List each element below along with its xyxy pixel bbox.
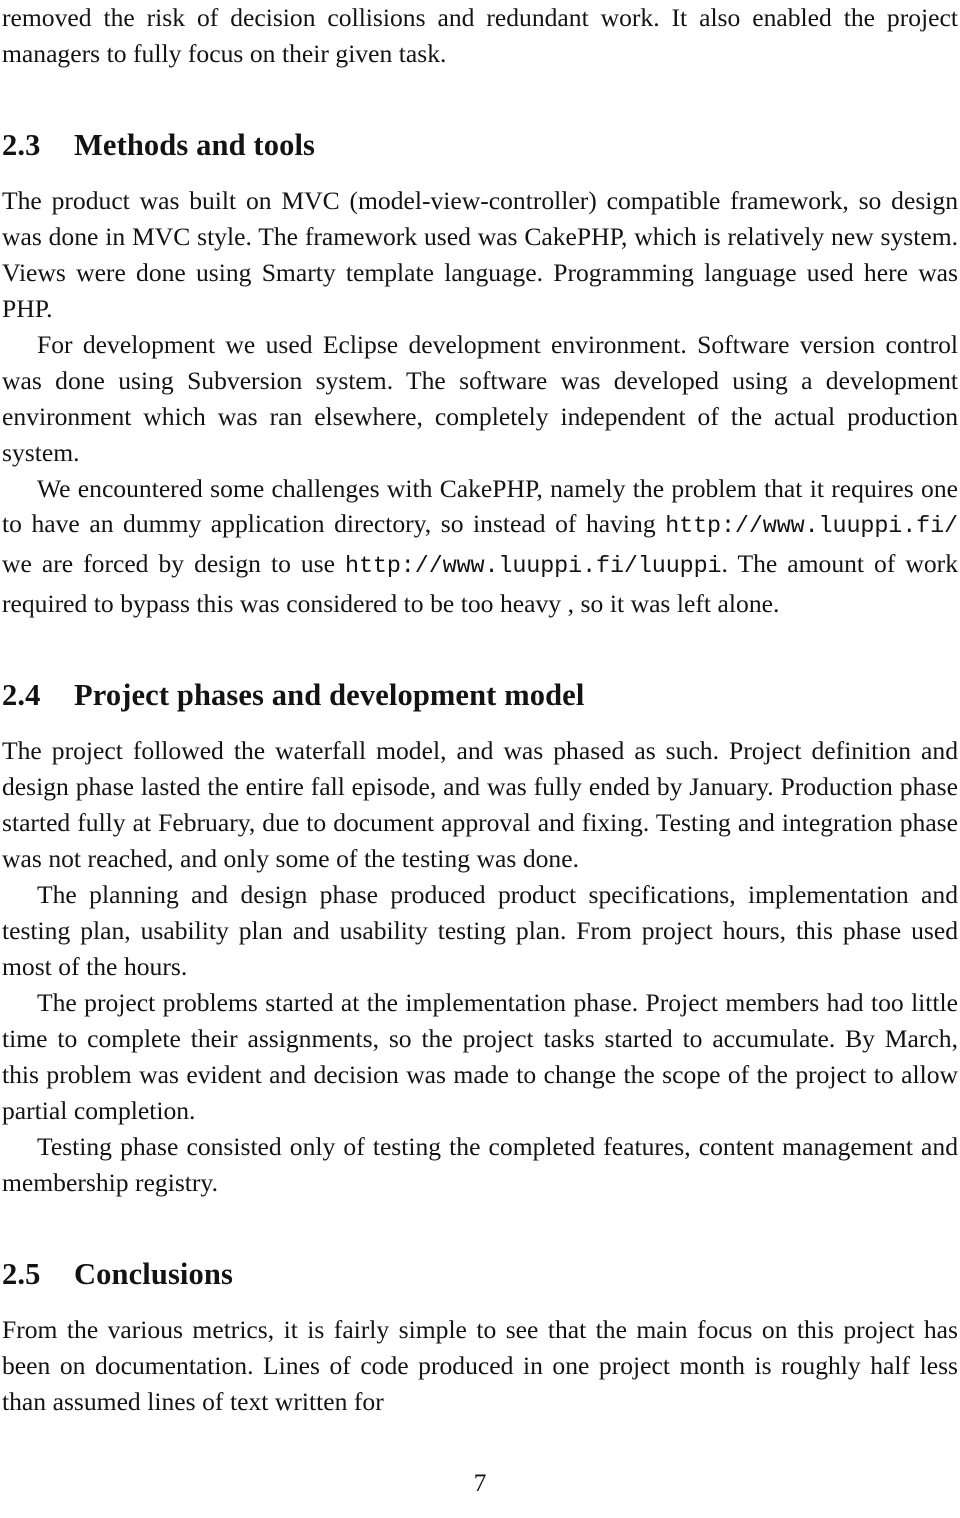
url-luuppi-subdir: http://www.luuppi.fi/luuppi [345, 554, 722, 581]
section-title: Project phases and development model [74, 678, 585, 713]
section-title: Conclusions [74, 1256, 233, 1291]
page-content: removed the risk of decision collisions … [2, 0, 958, 1420]
section-heading-2-5: 2.5 Conclusions [2, 1256, 958, 1292]
section-heading-2-4: 2.4 Project phases and development model [2, 677, 958, 713]
paragraph-mvc-framework: The product was built on MVC (model-view… [2, 185, 958, 323]
paragraph-waterfall-model: The project followed the waterfall model… [2, 736, 958, 874]
paragraph-planning-and-design-phase: The planning and design phase produced p… [2, 880, 958, 982]
heading-gap [2, 713, 958, 733]
url-luuppi-root: http://www.luuppi.fi/ [665, 514, 958, 541]
paragraph-metrics-focus: From the various metrics, it is fairly s… [2, 1314, 958, 1416]
page-number: 7 [473, 1468, 487, 1497]
paragraph-development-environment: For development we used Eclipse developm… [2, 329, 958, 467]
section-number: 2.4 [2, 678, 41, 713]
document-page: removed the risk of decision collisions … [0, 0, 960, 1518]
paragraph-text-middle: we are forced by design to use [2, 549, 346, 579]
section-number: 2.5 [2, 1256, 41, 1291]
section-number: 2.3 [2, 127, 41, 162]
paragraph-implementation-problems: The project problems started at the impl… [2, 988, 958, 1125]
section-title: Methods and tools [74, 127, 316, 162]
paragraph-cakephp-challenges: We encountered some challenges with Cake… [2, 471, 958, 623]
section-heading-2-3: 2.3 Methods and tools [2, 127, 958, 163]
heading-gap [2, 163, 958, 183]
paragraph-testing-phase: Testing phase consisted only of testing … [2, 1131, 958, 1197]
continued-paragraph: removed the risk of decision collisions … [2, 3, 958, 68]
heading-gap [2, 1292, 958, 1312]
